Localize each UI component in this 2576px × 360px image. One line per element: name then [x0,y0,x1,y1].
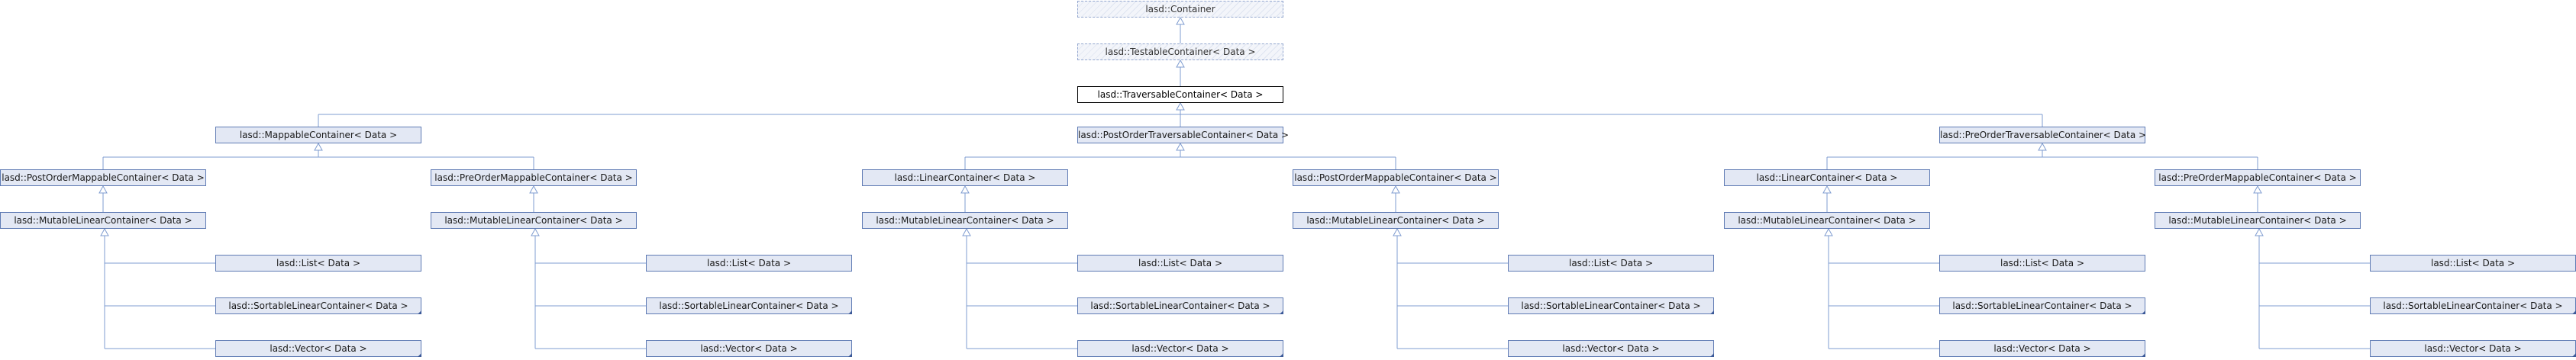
node-list[interactable]: lasd::List< Data > [1077,255,1283,272]
node-testable-container[interactable]: lasd::TestableContainer< Data > [1077,43,1283,60]
inheritance-arrowhead [1176,16,1185,25]
node-sortable-linear-container[interactable]: lasd::SortableLinearContainer< Data > [1939,297,2145,314]
inheritance-arrowhead [1822,185,1832,194]
node-linear-container[interactable]: lasd::LinearContainer< Data > [1724,169,1930,186]
inheritance-arrowhead [1393,227,1402,236]
node-vector[interactable]: lasd::Vector< Data > [215,340,421,357]
node-sortable-linear-container[interactable]: lasd::SortableLinearContainer< Data > [215,297,421,314]
node-mutable-linear-container[interactable]: lasd::MutableLinearContainer< Data > [431,212,637,229]
node-vector[interactable]: lasd::Vector< Data > [1508,340,1714,357]
node-list[interactable]: lasd::List< Data > [1508,255,1714,272]
node-mutable-linear-container[interactable]: lasd::MutableLinearContainer< Data > [0,212,206,229]
inheritance-arrowhead [2038,142,2047,151]
node-mappable-container[interactable]: lasd::MappableContainer< Data > [215,127,421,143]
inheritance-arrowhead [1824,227,1833,236]
inheritance-arrowhead [98,185,108,194]
inheritance-arrowhead [531,227,540,236]
node-pre-order-traversable-container[interactable]: lasd::PreOrderTraversableContainer< Data… [1939,127,2146,143]
node-post-order-mappable-container[interactable]: lasd::PostOrderMappableContainer< Data > [0,169,206,186]
node-sortable-linear-container[interactable]: lasd::SortableLinearContainer< Data > [1077,297,1283,314]
node-traversable-container[interactable]: lasd::TraversableContainer< Data > [1077,86,1283,103]
inheritance-arrowhead [1391,185,1400,194]
inheritance-arrowhead [314,142,323,151]
node-post-order-mappable-container[interactable]: lasd::PostOrderMappableContainer< Data > [1293,169,1499,186]
inheritance-arrowhead [1176,142,1185,151]
node-pre-order-mappable-container[interactable]: lasd::PreOrderMappableContainer< Data > [2155,169,2361,186]
node-vector[interactable]: lasd::Vector< Data > [646,340,852,357]
node-container[interactable]: lasd::Container [1077,1,1283,18]
node-linear-container[interactable]: lasd::LinearContainer< Data > [862,169,1068,186]
inheritance-arrowhead [962,227,971,236]
node-vector[interactable]: lasd::Vector< Data > [1077,340,1283,357]
node-vector[interactable]: lasd::Vector< Data > [1939,340,2145,357]
node-list[interactable]: lasd::List< Data > [2370,255,2576,272]
node-post-order-traversable-container[interactable]: lasd::PostOrderTraversableContainer< Dat… [1077,127,1289,143]
node-sortable-linear-container[interactable]: lasd::SortableLinearContainer< Data > [1508,297,1714,314]
node-sortable-linear-container[interactable]: lasd::SortableLinearContainer< Data > [2370,297,2576,314]
node-mutable-linear-container[interactable]: lasd::MutableLinearContainer< Data > [2155,212,2361,229]
node-list[interactable]: lasd::List< Data > [1939,255,2145,272]
node-mutable-linear-container[interactable]: lasd::MutableLinearContainer< Data > [1724,212,1930,229]
node-mutable-linear-container[interactable]: lasd::MutableLinearContainer< Data > [862,212,1068,229]
node-list[interactable]: lasd::List< Data > [646,255,852,272]
node-pre-order-mappable-container[interactable]: lasd::PreOrderMappableContainer< Data > [431,169,637,186]
inheritance-arrowhead [1176,101,1185,111]
node-list[interactable]: lasd::List< Data > [215,255,421,272]
inheritance-diagram: lasd::Container lasd::TestableContainer<… [0,0,2576,360]
inheritance-arrowhead [1176,59,1185,68]
inheritance-arrowhead [960,185,970,194]
inheritance-arrowhead [100,227,109,236]
inheritance-arrowhead [529,185,538,194]
inheritance-arrowhead [2255,227,2264,236]
inheritance-arrowhead [2253,185,2262,194]
node-sortable-linear-container[interactable]: lasd::SortableLinearContainer< Data > [646,297,852,314]
node-vector[interactable]: lasd::Vector< Data > [2370,340,2576,357]
node-mutable-linear-container[interactable]: lasd::MutableLinearContainer< Data > [1293,212,1499,229]
